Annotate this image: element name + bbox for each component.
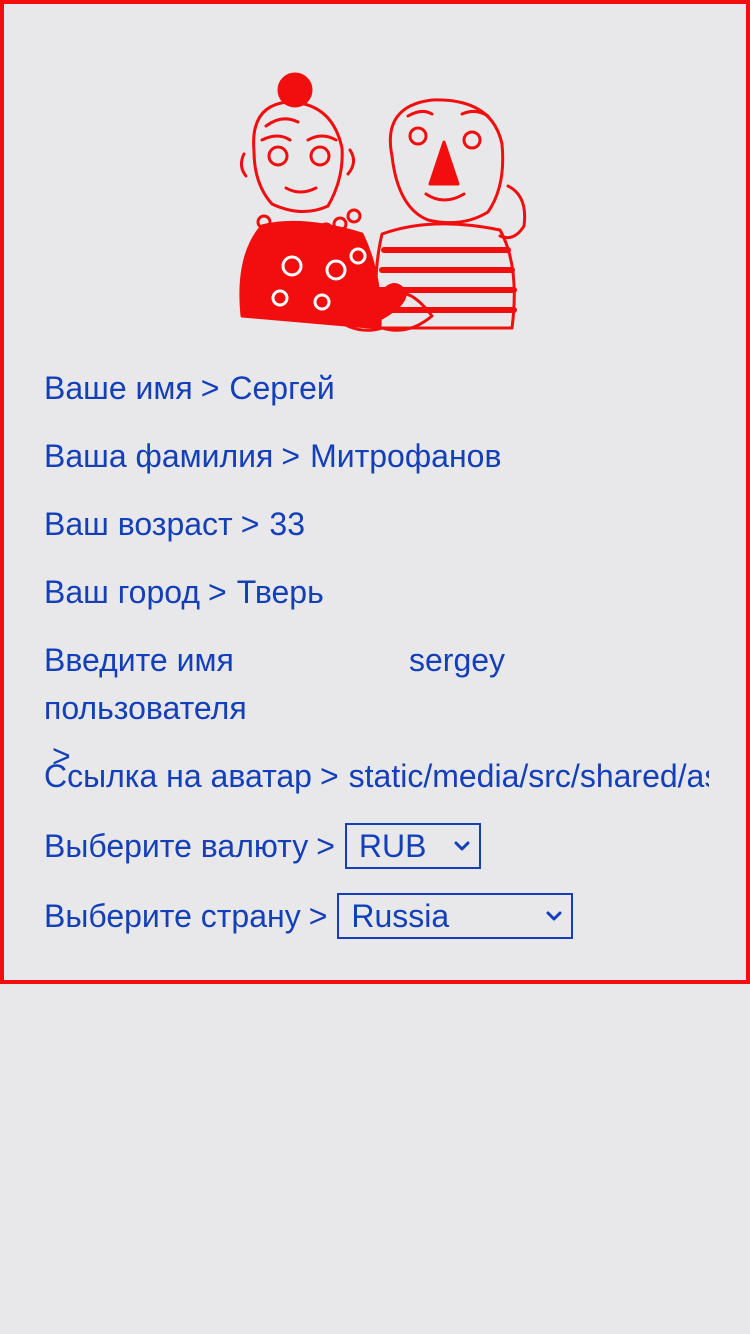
country-select[interactable]: Russia [337, 893, 574, 939]
age-value[interactable]: 33 [269, 500, 305, 548]
avatar-row: Ссылка на аватар > static/media/src/shar… [44, 752, 709, 800]
last-name-row: Ваша фамилия > Митрофанов [44, 432, 501, 480]
profile-card: Ваше имя > Сергей Ваша фамилия > Митрофа… [0, 0, 750, 984]
first-name-separator: > [200, 370, 220, 406]
age-separator: > [240, 506, 260, 542]
first-name-value[interactable]: Сергей [229, 364, 334, 412]
city-label: Ваш город [44, 574, 201, 610]
currency-label: Выберите валюту [44, 828, 309, 864]
username-value[interactable]: sergey [409, 636, 505, 684]
age-row: Ваш возраст > 33 [44, 500, 305, 548]
country-selected: Russia [351, 898, 450, 934]
currency-selected: RUB [358, 828, 427, 864]
currency-select[interactable]: RUB [344, 823, 481, 869]
avatar-separator: > [319, 758, 339, 794]
city-row: Ваш город > Тверь [44, 568, 324, 616]
country-label: Выберите страну [44, 898, 301, 934]
country-separator: > [308, 898, 328, 934]
last-name-separator: > [281, 438, 301, 474]
couple-heart-illustration [239, 72, 527, 332]
first-name-row: Ваше имя > Сергей [44, 364, 335, 412]
currency-row: Выберите валюту > RUB [44, 822, 481, 870]
city-value[interactable]: Тверь [237, 568, 324, 616]
avatar-value[interactable]: static/media/src/shared/as [349, 752, 709, 800]
last-name-label: Ваша фамилия [44, 438, 274, 474]
city-separator: > [208, 574, 227, 610]
first-name-label: Ваше имя [44, 370, 193, 406]
currency-separator: > [316, 828, 335, 864]
last-name-value[interactable]: Митрофанов [310, 432, 501, 480]
avatar-label: Ссылка на аватар [44, 758, 312, 794]
age-label: Ваш возраст [44, 506, 233, 542]
chevron-down-icon [454, 841, 470, 851]
country-row: Выберите страну > Russia [44, 892, 574, 940]
chevron-down-icon [546, 911, 562, 921]
